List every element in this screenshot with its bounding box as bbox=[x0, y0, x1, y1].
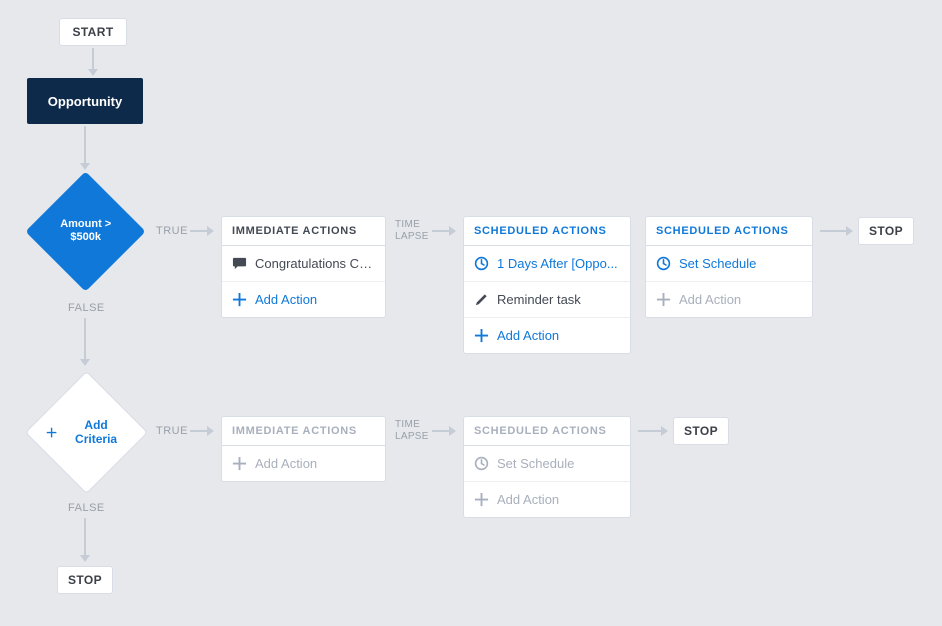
schedule-2-time[interactable]: Set Schedule bbox=[464, 446, 630, 482]
add-criteria-label: Add Criteria bbox=[63, 418, 129, 447]
add-action-1a-label: Add Action bbox=[497, 328, 559, 343]
scheduled-actions-card-2: SCHEDULED ACTIONS Set Schedule Add Actio… bbox=[463, 416, 631, 518]
true-label-1: TRUE bbox=[156, 225, 188, 237]
action-congratulations[interactable]: Congratulations Ch... bbox=[222, 246, 385, 282]
add-action-2b-label: Add Action bbox=[497, 492, 559, 507]
false-label-1: FALSE bbox=[68, 302, 105, 314]
plus-icon bbox=[474, 492, 489, 507]
add-action-1[interactable]: Add Action bbox=[222, 282, 385, 317]
pencil-icon bbox=[474, 292, 489, 307]
scheduled-actions-card-1b: SCHEDULED ACTIONS Set Schedule Add Actio… bbox=[645, 216, 813, 318]
add-action-2b[interactable]: Add Action bbox=[464, 482, 630, 517]
scheduled-header-1a: SCHEDULED ACTIONS bbox=[464, 217, 630, 246]
add-criteria-inner: Add Criteria bbox=[44, 418, 129, 447]
false-label-2: FALSE bbox=[68, 502, 105, 514]
schedule-2-time-label: Set Schedule bbox=[497, 456, 574, 471]
immediate-header-1: IMMEDIATE ACTIONS bbox=[222, 217, 385, 246]
plus-icon bbox=[232, 292, 247, 307]
plus-icon bbox=[474, 328, 489, 343]
immediate-header-2: IMMEDIATE ACTIONS bbox=[222, 417, 385, 446]
add-action-label: Add Action bbox=[255, 292, 317, 307]
clock-icon bbox=[474, 456, 489, 471]
schedule-1b-time[interactable]: Set Schedule bbox=[646, 246, 812, 282]
trigger-label: Opportunity bbox=[48, 94, 122, 109]
scheduled-header-2: SCHEDULED ACTIONS bbox=[464, 417, 630, 446]
clock-icon bbox=[656, 256, 671, 271]
criteria-label: Amount > $500k bbox=[43, 218, 128, 244]
criteria-node-amount[interactable]: Amount > $500k bbox=[25, 171, 145, 291]
plus-icon bbox=[656, 292, 671, 307]
plus-icon bbox=[232, 456, 247, 471]
immediate-actions-card-2: IMMEDIATE ACTIONS Add Action bbox=[221, 416, 386, 482]
stop-label-final: STOP bbox=[68, 573, 102, 587]
schedule-1b-time-label: Set Schedule bbox=[679, 256, 756, 271]
chat-icon bbox=[232, 256, 247, 271]
stop-node-1[interactable]: STOP bbox=[858, 217, 914, 245]
process-builder-canvas: START Opportunity Amount > $500k FALSE T… bbox=[0, 0, 942, 626]
schedule-1a-time[interactable]: 1 Days After [Oppo... bbox=[464, 246, 630, 282]
stop-label-1: STOP bbox=[869, 224, 903, 238]
add-action-1b-label: Add Action bbox=[679, 292, 741, 307]
scheduled-actions-card-1a: SCHEDULED ACTIONS 1 Days After [Oppo... … bbox=[463, 216, 631, 354]
stop-node-final[interactable]: STOP bbox=[57, 566, 113, 594]
schedule-1a-time-label: 1 Days After [Oppo... bbox=[497, 256, 618, 271]
criteria-node-add[interactable]: Add Criteria bbox=[25, 371, 148, 494]
immediate-actions-card-1: IMMEDIATE ACTIONS Congratulations Ch... … bbox=[221, 216, 386, 318]
reminder-task-label: Reminder task bbox=[497, 292, 581, 307]
scheduled-header-1b: SCHEDULED ACTIONS bbox=[646, 217, 812, 246]
add-action-1b[interactable]: Add Action bbox=[646, 282, 812, 317]
reminder-task[interactable]: Reminder task bbox=[464, 282, 630, 318]
start-label: START bbox=[72, 25, 113, 39]
start-node[interactable]: START bbox=[59, 18, 127, 46]
stop-label-2: STOP bbox=[684, 424, 718, 438]
true-label-2: TRUE bbox=[156, 425, 188, 437]
action-label: Congratulations Ch... bbox=[255, 256, 375, 271]
stop-node-2[interactable]: STOP bbox=[673, 417, 729, 445]
add-action-2-label: Add Action bbox=[255, 456, 317, 471]
time-lapse-label-1: TIME LAPSE bbox=[395, 219, 429, 242]
clock-icon bbox=[474, 256, 489, 271]
add-action-2[interactable]: Add Action bbox=[222, 446, 385, 481]
add-action-1a[interactable]: Add Action bbox=[464, 318, 630, 353]
time-lapse-label-2: TIME LAPSE bbox=[395, 419, 429, 442]
plus-icon bbox=[44, 427, 59, 438]
trigger-node[interactable]: Opportunity bbox=[27, 78, 143, 124]
